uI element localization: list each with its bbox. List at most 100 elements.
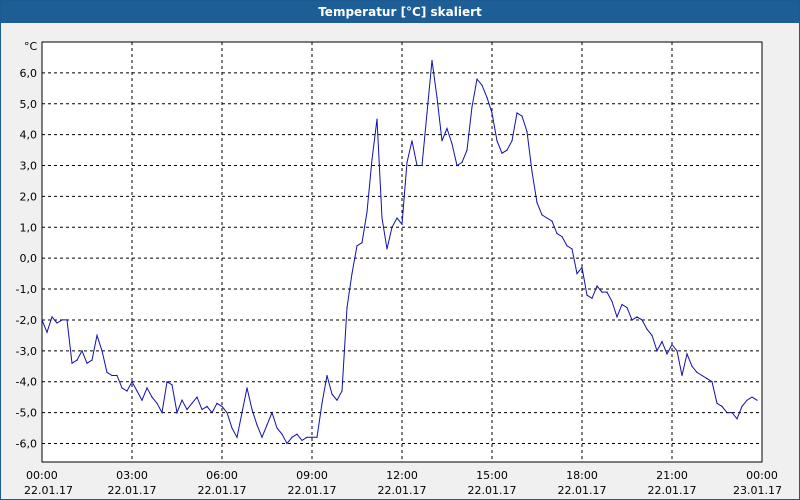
x-tick-time-label: 09:00 [296,469,328,482]
data-point [311,436,313,438]
temperature-chart: -6,0 -5,0 -4,0 -3,0 -2,0 -1,0 0,0 1,0 2,0 3,0 4,0 5… [16,40,782,497]
data-point [306,436,308,438]
data-point [686,353,688,355]
data-point [46,331,48,333]
data-point [751,396,753,398]
data-point [466,149,468,151]
data-point [216,402,218,404]
x-tick-time-label: 15:00 [476,469,508,482]
data-point [516,112,518,114]
data-point [476,78,478,80]
y-tick-label: 5,0 [20,98,38,111]
data-point [381,217,383,219]
data-point [51,316,53,318]
data-point [166,381,168,383]
data-point [601,291,603,293]
data-point [346,307,348,309]
data-point [676,350,678,352]
data-point [91,359,93,361]
y-axis-unit-label: °C [24,40,38,53]
data-point [141,399,143,401]
data-point [361,242,363,244]
data-point [241,412,243,414]
data-point [126,390,128,392]
data-point [171,384,173,386]
data-point [586,294,588,296]
data-point [351,273,353,275]
y-tick-label: -4,0 [16,376,37,389]
y-tick-label: 2,0 [20,190,38,203]
data-point [131,381,133,383]
data-point [331,393,333,395]
data-point [461,161,463,163]
data-point [541,214,543,216]
data-point [276,427,278,429]
x-tick-date-label: 22.01.17 [198,484,247,497]
data-point [616,316,618,318]
y-axis-ticks: -6,0 -5,0 -4,0 -3,0 -2,0 -1,0 0,0 1,0 2,0 3,0 4,0 5… [16,67,37,451]
data-point [201,408,203,411]
x-tick-time-label: 00:00 [746,469,778,482]
data-point [506,149,508,151]
data-point [386,248,388,250]
data-point [716,402,718,404]
data-point [526,131,528,133]
data-point [221,405,223,407]
y-tick-label: 1,0 [20,221,38,234]
data-point [316,436,318,438]
data-point [356,245,358,247]
data-point [186,408,188,411]
y-tick-label: -1,0 [16,283,37,296]
x-tick-date-label: 22.01.17 [648,484,697,497]
data-point [636,316,638,318]
data-point [101,350,103,352]
data-point [266,424,268,426]
data-point [366,211,368,213]
data-point [531,171,533,173]
data-point [626,307,628,309]
data-point [156,402,158,404]
data-point [296,433,298,435]
data-point [286,442,288,445]
data-point [501,152,503,154]
data-point [56,322,58,324]
data-point [536,202,538,204]
data-point [96,334,98,336]
data-point [211,412,213,414]
data-point [481,84,483,86]
data-point [111,374,113,377]
x-tick-date-label: 22.01.17 [378,484,427,497]
data-point [406,161,408,163]
data-point [741,405,743,407]
y-tick-label: -6,0 [16,437,37,450]
data-point [711,381,713,383]
data-point [581,266,583,268]
data-point [116,374,118,377]
data-point [491,112,493,114]
data-point [521,115,523,117]
x-tick-date-label: 22.01.17 [558,484,607,497]
x-tick-date-label: 22.01.17 [468,484,517,497]
x-tick-time-label: 21:00 [656,469,688,482]
data-point [756,399,758,401]
data-point [421,164,423,167]
data-point [736,418,738,420]
data-point [671,344,673,346]
data-point [136,390,138,392]
data-point [401,223,403,225]
data-point [666,353,668,355]
data-point [696,371,698,373]
data-point [571,248,573,250]
data-point [456,164,458,167]
data-point [621,303,623,306]
data-point [256,424,258,426]
data-point [471,106,473,108]
data-point [721,405,723,407]
data-point [591,297,593,299]
data-point [691,365,693,367]
x-axis-ticks: 00:00 22.01.17 03:00 22.01.17 06:00 22.01.17 0… [24,469,782,497]
data-point [641,319,643,321]
data-point [441,140,443,142]
data-point [416,164,418,167]
data-point [556,232,558,235]
